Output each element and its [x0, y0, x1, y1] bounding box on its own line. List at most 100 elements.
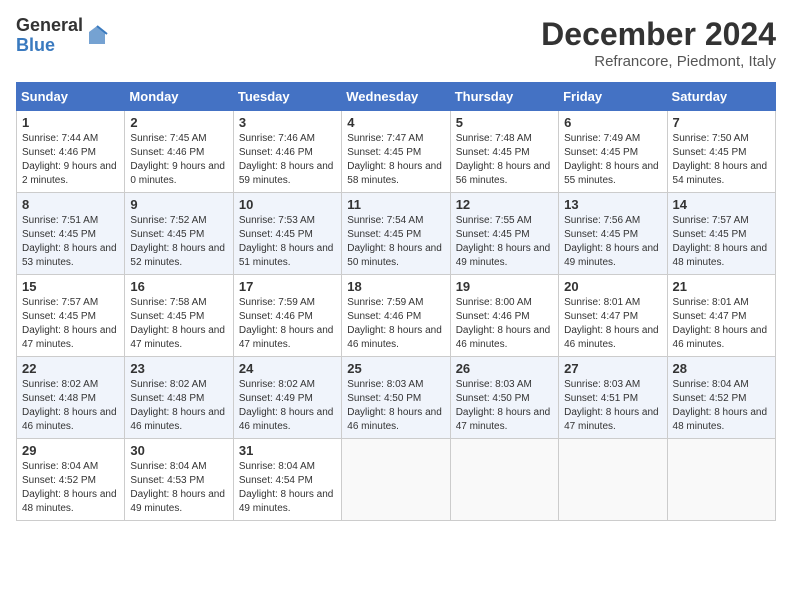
calendar-cell: 10 Sunrise: 7:53 AMSunset: 4:45 PMDayligh… — [233, 193, 341, 275]
day-info: Sunrise: 8:04 AMSunset: 4:52 PMDaylight:… — [22, 461, 117, 514]
day-info: Sunrise: 7:59 AMSunset: 4:46 PMDaylight:… — [347, 297, 442, 350]
calendar-cell: 18Sunrise: 7:59 AMSunset: 4:46 PMDayligh… — [342, 275, 450, 357]
day-number: 13 — [564, 197, 661, 212]
day-info: Sunrise: 7:57 AMSunset: 4:45 PMDaylight:… — [22, 297, 117, 350]
calendar-cell: 22Sunrise: 8:02 AMSunset: 4:48 PMDayligh… — [17, 357, 125, 439]
day-info: Sunrise: 7:49 AMSunset: 4:45 PMDaylight:… — [564, 133, 659, 186]
day-number: 4 — [347, 115, 444, 130]
calendar-week-row: 29 Sunrise: 8:04 AMSunset: 4:52 PMDayligh… — [17, 439, 776, 521]
day-number: 10 — [239, 197, 336, 212]
day-info: Sunrise: 8:04 AMSunset: 4:53 PMDaylight:… — [130, 461, 225, 514]
calendar-cell: 3Sunrise: 7:46 AMSunset: 4:46 PMDaylight… — [233, 111, 341, 193]
day-number: 15 — [22, 279, 119, 294]
calendar-cell: 9 Sunrise: 7:52 AMSunset: 4:45 PMDaylight… — [125, 193, 233, 275]
weekday-header-monday: Monday — [125, 83, 233, 111]
day-info: Sunrise: 8:00 AMSunset: 4:46 PMDaylight:… — [456, 297, 551, 350]
calendar-cell: 4 Sunrise: 7:47 AMSunset: 4:45 PMDaylight… — [342, 111, 450, 193]
logo-blue-text: Blue — [16, 36, 83, 56]
calendar-cell: 11 Sunrise: 7:54 AMSunset: 4:45 PMDayligh… — [342, 193, 450, 275]
day-number: 28 — [673, 361, 770, 376]
calendar-cell — [559, 439, 667, 521]
day-info: Sunrise: 8:01 AMSunset: 4:47 PMDaylight:… — [673, 297, 768, 350]
day-info: Sunrise: 8:01 AMSunset: 4:47 PMDaylight:… — [564, 297, 659, 350]
calendar-week-row: 1 Sunrise: 7:44 AMSunset: 4:46 PMDaylight… — [17, 111, 776, 193]
day-number: 2 — [130, 115, 227, 130]
title-area: December 2024 Refrancore, Piedmont, Ital… — [541, 16, 776, 70]
calendar-cell: 29 Sunrise: 8:04 AMSunset: 4:52 PMDayligh… — [17, 439, 125, 521]
day-info: Sunrise: 7:44 AMSunset: 4:46 PMDaylight:… — [22, 133, 117, 186]
day-info: Sunrise: 8:02 AMSunset: 4:48 PMDaylight:… — [22, 379, 117, 432]
calendar-week-row: 8 Sunrise: 7:51 AMSunset: 4:45 PMDaylight… — [17, 193, 776, 275]
day-number: 27 — [564, 361, 661, 376]
day-number: 17 — [239, 279, 336, 294]
day-number: 31 — [239, 443, 336, 458]
calendar-cell: 17 Sunrise: 7:59 AMSunset: 4:46 PMDayligh… — [233, 275, 341, 357]
day-number: 29 — [22, 443, 119, 458]
calendar-cell — [450, 439, 558, 521]
header: General Blue December 2024 Refrancore, P… — [16, 16, 776, 70]
weekday-header-sunday: Sunday — [17, 83, 125, 111]
calendar-cell: 1 Sunrise: 7:44 AMSunset: 4:46 PMDaylight… — [17, 111, 125, 193]
calendar-cell: 20 Sunrise: 8:01 AMSunset: 4:47 PMDayligh… — [559, 275, 667, 357]
day-info: Sunrise: 7:47 AMSunset: 4:45 PMDaylight:… — [347, 133, 442, 186]
day-info: Sunrise: 8:04 AMSunset: 4:52 PMDaylight:… — [673, 379, 768, 432]
calendar-cell: 23Sunrise: 8:02 AMSunset: 4:48 PMDayligh… — [125, 357, 233, 439]
calendar-cell: 25 Sunrise: 8:03 AMSunset: 4:50 PMDayligh… — [342, 357, 450, 439]
day-number: 14 — [673, 197, 770, 212]
day-info: Sunrise: 8:02 AMSunset: 4:49 PMDaylight:… — [239, 379, 334, 432]
day-info: Sunrise: 7:56 AMSunset: 4:45 PMDaylight:… — [564, 215, 659, 268]
calendar-cell — [667, 439, 775, 521]
logo-icon — [85, 24, 109, 48]
day-info: Sunrise: 8:03 AMSunset: 4:51 PMDaylight:… — [564, 379, 659, 432]
day-number: 20 — [564, 279, 661, 294]
day-number: 24 — [239, 361, 336, 376]
calendar-cell: 14 Sunrise: 7:57 AMSunset: 4:45 PMDayligh… — [667, 193, 775, 275]
calendar-cell: 13 Sunrise: 7:56 AMSunset: 4:45 PMDayligh… — [559, 193, 667, 275]
calendar-subtitle: Refrancore, Piedmont, Italy — [541, 53, 776, 70]
day-info: Sunrise: 7:59 AMSunset: 4:46 PMDaylight:… — [239, 297, 334, 350]
day-number: 8 — [22, 197, 119, 212]
day-number: 1 — [22, 115, 119, 130]
weekday-header-tuesday: Tuesday — [233, 83, 341, 111]
calendar-cell: 15 Sunrise: 7:57 AMSunset: 4:45 PMDayligh… — [17, 275, 125, 357]
day-info: Sunrise: 7:55 AMSunset: 4:45 PMDaylight:… — [456, 215, 551, 268]
logo: General Blue — [16, 16, 109, 56]
day-info: Sunrise: 7:54 AMSunset: 4:45 PMDaylight:… — [347, 215, 442, 268]
day-info: Sunrise: 7:50 AMSunset: 4:45 PMDaylight:… — [673, 133, 768, 186]
day-info: Sunrise: 8:03 AMSunset: 4:50 PMDaylight:… — [347, 379, 442, 432]
calendar-cell: 7 Sunrise: 7:50 AMSunset: 4:45 PMDaylight… — [667, 111, 775, 193]
day-info: Sunrise: 7:48 AMSunset: 4:45 PMDaylight:… — [456, 133, 551, 186]
weekday-header-row: SundayMondayTuesdayWednesdayThursdayFrid… — [17, 83, 776, 111]
day-info: Sunrise: 7:51 AMSunset: 4:45 PMDaylight:… — [22, 215, 117, 268]
calendar-cell: 30 Sunrise: 8:04 AMSunset: 4:53 PMDayligh… — [125, 439, 233, 521]
day-number: 25 — [347, 361, 444, 376]
calendar-cell: 12 Sunrise: 7:55 AMSunset: 4:45 PMDayligh… — [450, 193, 558, 275]
calendar-week-row: 15 Sunrise: 7:57 AMSunset: 4:45 PMDayligh… — [17, 275, 776, 357]
day-number: 7 — [673, 115, 770, 130]
calendar-cell — [342, 439, 450, 521]
day-number: 26 — [456, 361, 553, 376]
day-info: Sunrise: 7:52 AMSunset: 4:45 PMDaylight:… — [130, 215, 225, 268]
day-number: 6 — [564, 115, 661, 130]
day-number: 19 — [456, 279, 553, 294]
calendar-cell: 26 Sunrise: 8:03 AMSunset: 4:50 PMDayligh… — [450, 357, 558, 439]
day-number: 30 — [130, 443, 227, 458]
calendar-cell: 8 Sunrise: 7:51 AMSunset: 4:45 PMDaylight… — [17, 193, 125, 275]
day-number: 5 — [456, 115, 553, 130]
day-number: 16 — [130, 279, 227, 294]
day-info: Sunrise: 7:53 AMSunset: 4:45 PMDaylight:… — [239, 215, 334, 268]
day-info: Sunrise: 7:46 AMSunset: 4:46 PMDaylight:… — [239, 133, 334, 186]
calendar-cell: 31Sunrise: 8:04 AMSunset: 4:54 PMDayligh… — [233, 439, 341, 521]
weekday-header-wednesday: Wednesday — [342, 83, 450, 111]
day-number: 12 — [456, 197, 553, 212]
day-info: Sunrise: 8:03 AMSunset: 4:50 PMDaylight:… — [456, 379, 551, 432]
calendar-table: SundayMondayTuesdayWednesdayThursdayFrid… — [16, 82, 776, 521]
day-number: 11 — [347, 197, 444, 212]
calendar-cell: 19 Sunrise: 8:00 AMSunset: 4:46 PMDayligh… — [450, 275, 558, 357]
day-number: 21 — [673, 279, 770, 294]
day-info: Sunrise: 7:57 AMSunset: 4:45 PMDaylight:… — [673, 215, 768, 268]
calendar-title: December 2024 — [541, 16, 776, 53]
day-number: 9 — [130, 197, 227, 212]
day-info: Sunrise: 7:45 AMSunset: 4:46 PMDaylight:… — [130, 133, 225, 186]
calendar-cell: 28 Sunrise: 8:04 AMSunset: 4:52 PMDayligh… — [667, 357, 775, 439]
